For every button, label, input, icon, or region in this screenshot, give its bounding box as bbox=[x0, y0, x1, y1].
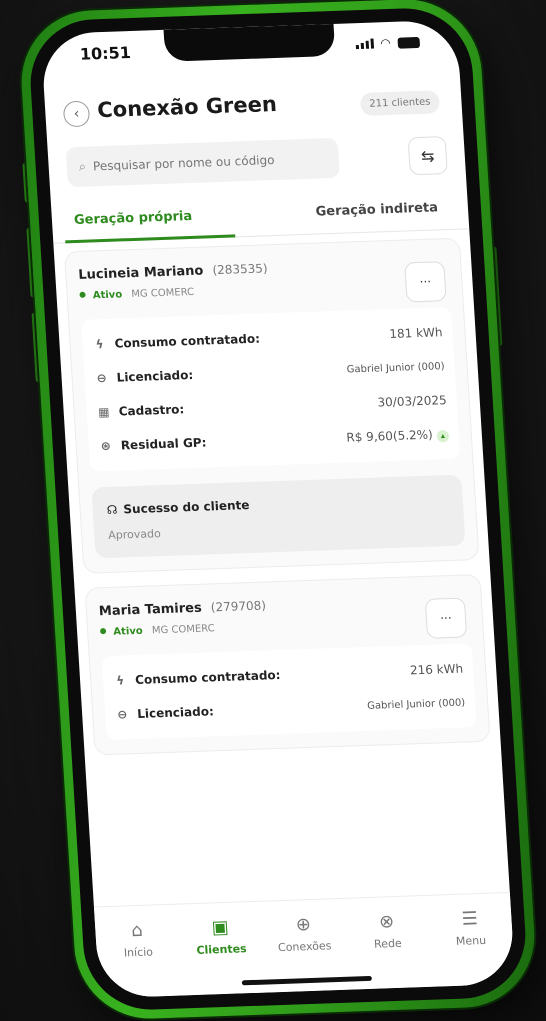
success-label: Sucesso do cliente bbox=[122, 498, 250, 517]
status-dot-icon bbox=[79, 291, 86, 298]
residual-value: R$ 9,60(5.2%) bbox=[345, 427, 434, 445]
sliders-icon: ⇆ bbox=[420, 145, 435, 166]
client-name-line: Maria Tamires (279708) bbox=[98, 587, 469, 619]
consumo-label: Consumo contratado: bbox=[134, 667, 281, 688]
client-status-line: Ativo MG COMERC bbox=[99, 614, 471, 638]
client-code: (279708) bbox=[210, 598, 267, 615]
search-input[interactable] bbox=[92, 151, 324, 174]
home-icon: ⌂ bbox=[130, 919, 144, 942]
user-icon: ⊖ bbox=[96, 370, 108, 386]
residual-value-wrap: R$ 9,60(5.2%) ▴ bbox=[345, 427, 450, 446]
filter-button[interactable]: ⇆ bbox=[407, 136, 448, 176]
tab-own-generation[interactable]: Geração própria bbox=[74, 209, 193, 228]
client-name: Maria Tamires bbox=[98, 600, 203, 620]
signal-icon bbox=[355, 38, 374, 50]
generation-tabs: Geração própria Geração indireta bbox=[50, 189, 470, 244]
ellipsis-icon: ··· bbox=[439, 610, 453, 626]
lightning-icon: ϟ bbox=[95, 337, 104, 352]
client-name-line: Lucineia Mariano (283535) bbox=[78, 251, 449, 283]
consumo-label: Consumo contratado: bbox=[114, 331, 261, 351]
licenciado-label: Licenciado: bbox=[116, 367, 194, 385]
app-screen: 10:51 ◠ ‹ Conexão Green 211 clientes ⌕ P… bbox=[40, 19, 516, 999]
licenciado-value: Gabriel Junior (000) bbox=[366, 697, 466, 712]
nav-label: Menu bbox=[455, 933, 487, 948]
status-badge: Ativo bbox=[113, 625, 144, 638]
active-tab-indicator bbox=[65, 234, 236, 244]
handshake-icon: ☊ bbox=[106, 502, 118, 517]
chevron-left-icon: ‹ bbox=[73, 105, 80, 123]
clients-count-badge: 211 clientes bbox=[359, 90, 441, 116]
licenciado-value: Gabriel Junior (000) bbox=[346, 360, 445, 376]
page-title: Conexão Green bbox=[96, 91, 278, 123]
notch bbox=[163, 23, 336, 62]
more-options-button[interactable]: ··· bbox=[424, 597, 468, 639]
client-status-line: Ativo MG COMERC bbox=[79, 278, 450, 302]
coin-icon: ⊛ bbox=[100, 438, 112, 454]
status-badge: Ativo bbox=[92, 289, 123, 302]
client-name: Lucineia Mariano bbox=[77, 263, 204, 283]
cadastro-value: 30/03/2025 bbox=[377, 393, 448, 410]
app-header: ‹ Conexão Green 211 clientes bbox=[62, 82, 444, 135]
consumo-value: 216 kWh bbox=[409, 661, 464, 678]
bottom-navigation: ⌂ Início ▣ Clientes ⊕ Conexões ⊗ Rede ☰ bbox=[93, 892, 516, 999]
trend-icon: ▴ bbox=[436, 429, 450, 442]
client-success-panel: ☊ Sucesso do cliente Aprovado bbox=[91, 474, 466, 559]
licenciado-label: Licenciado: bbox=[136, 704, 215, 721]
user-icon: ⊖ bbox=[116, 707, 128, 722]
nav-label: Rede bbox=[373, 936, 403, 951]
client-list: Lucineia Mariano (283535) Ativo MG COMER… bbox=[63, 237, 500, 909]
nav-item-inicio[interactable]: ⌂ Início bbox=[101, 919, 176, 998]
search-icon: ⌕ bbox=[78, 159, 87, 175]
phone-mockup: 10:51 ◠ ‹ Conexão Green 211 clientes ⌕ P… bbox=[17, 0, 539, 1021]
status-icons: ◠ bbox=[355, 35, 421, 51]
client-plan: MG COMERC bbox=[131, 286, 195, 301]
plus-circle-icon: ⊕ bbox=[295, 913, 312, 936]
nav-label: Conexões bbox=[277, 939, 332, 955]
status-dot-icon bbox=[99, 628, 107, 635]
globe-icon: ⊗ bbox=[378, 911, 395, 933]
cadastro-label: Cadastro: bbox=[118, 402, 185, 419]
more-options-button[interactable]: ··· bbox=[404, 261, 447, 303]
battery-icon bbox=[397, 36, 421, 49]
wifi-icon: ◠ bbox=[379, 35, 392, 51]
nav-label: Clientes bbox=[196, 942, 248, 957]
client-details: ϟ Consumo contratado: 181 kWh ⊖ Licenciado… bbox=[81, 306, 461, 472]
success-value: Aprovado bbox=[107, 527, 162, 542]
calendar-icon: ▦ bbox=[97, 404, 110, 420]
stage: 10:51 ◠ ‹ Conexão Green 211 clientes ⌕ P… bbox=[0, 0, 546, 1021]
search-bar[interactable]: ⌕ bbox=[65, 137, 340, 188]
client-plan: MG COMERC bbox=[151, 623, 216, 637]
status-time: 10:51 bbox=[79, 43, 132, 64]
back-button[interactable]: ‹ bbox=[62, 100, 91, 128]
client-details: ϟ Consumo contratado: 216 kWh ⊖ Licenciado… bbox=[101, 643, 477, 741]
client-card[interactable]: Maria Tamires (279708) Ativo MG COMERC ·… bbox=[84, 573, 491, 756]
menu-icon: ☰ bbox=[461, 908, 479, 930]
clients-icon: ▣ bbox=[211, 916, 230, 939]
tab-indirect-generation[interactable]: Geração indireta bbox=[315, 200, 438, 219]
client-card[interactable]: Lucineia Mariano (283535) Ativo MG COMER… bbox=[63, 237, 480, 574]
success-title: ☊ Sucesso do cliente bbox=[106, 491, 449, 517]
nav-label: Início bbox=[123, 945, 154, 960]
residual-label: Residual GP: bbox=[120, 435, 207, 453]
lightning-icon: ϟ bbox=[115, 673, 125, 688]
ellipsis-icon: ··· bbox=[419, 274, 432, 289]
nav-item-menu[interactable]: ☰ Menu bbox=[434, 907, 509, 986]
client-code: (283535) bbox=[212, 261, 269, 278]
consumo-value: 181 kWh bbox=[388, 325, 443, 342]
